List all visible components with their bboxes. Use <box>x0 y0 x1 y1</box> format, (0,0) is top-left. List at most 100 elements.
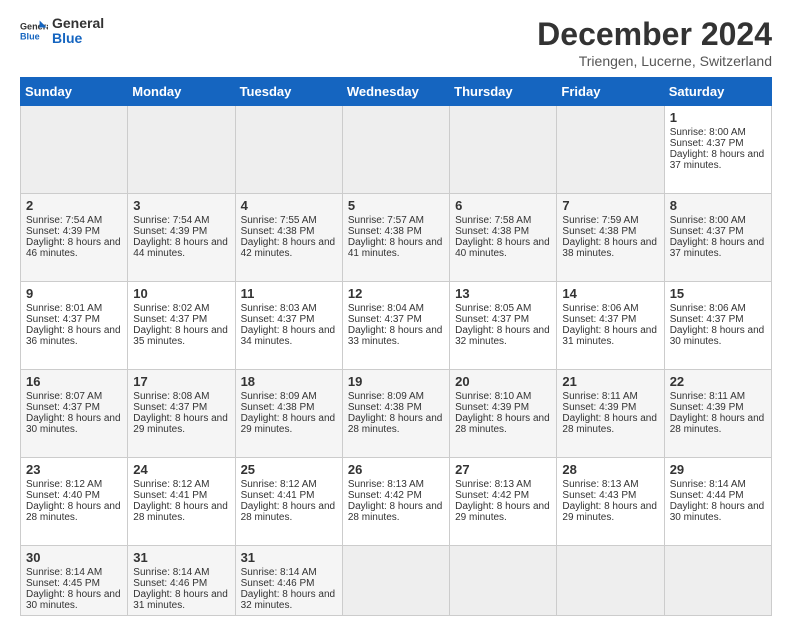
sunrise: Sunrise: 8:14 AM <box>133 567 209 578</box>
sunset: Sunset: 4:37 PM <box>455 314 529 325</box>
sunrise: Sunrise: 8:00 AM <box>670 215 746 226</box>
sunset: Sunset: 4:46 PM <box>241 578 315 589</box>
daylight: Daylight: 8 hours and 28 minutes. <box>133 501 228 523</box>
empty-cell <box>450 546 557 616</box>
daylight: Daylight: 8 hours and 41 minutes. <box>348 237 443 259</box>
day-number: 5 <box>348 198 444 213</box>
sunrise: Sunrise: 8:00 AM <box>670 127 746 138</box>
empty-cell <box>342 106 449 194</box>
month-title: December 2024 <box>537 16 772 53</box>
sunrise: Sunrise: 8:04 AM <box>348 303 424 314</box>
daylight: Daylight: 8 hours and 46 minutes. <box>26 237 121 259</box>
table-row: 9 Sunrise: 8:01 AM Sunset: 4:37 PM Dayli… <box>21 282 772 370</box>
empty-cell <box>557 106 664 194</box>
day-number: 29 <box>670 462 766 477</box>
svg-text:Blue: Blue <box>20 32 40 42</box>
sunrise: Sunrise: 8:13 AM <box>562 479 638 490</box>
title-block: December 2024 Triengen, Lucerne, Switzer… <box>537 16 772 69</box>
sunset: Sunset: 4:38 PM <box>348 226 422 237</box>
daylight: Daylight: 8 hours and 29 minutes. <box>133 413 228 435</box>
sunrise: Sunrise: 7:58 AM <box>455 215 531 226</box>
daylight: Daylight: 8 hours and 42 minutes. <box>241 237 336 259</box>
sunrise: Sunrise: 8:12 AM <box>133 479 209 490</box>
sunrise: Sunrise: 7:59 AM <box>562 215 638 226</box>
page-container: General Blue General Blue December 2024 … <box>0 0 792 626</box>
day-number: 3 <box>133 198 229 213</box>
daylight: Daylight: 8 hours and 33 minutes. <box>348 325 443 347</box>
day-cell: 23 Sunrise: 8:12 AM Sunset: 4:40 PM Dayl… <box>21 458 128 546</box>
day-number: 20 <box>455 374 551 389</box>
day-cell: 9 Sunrise: 8:01 AM Sunset: 4:37 PM Dayli… <box>21 282 128 370</box>
daylight: Daylight: 8 hours and 29 minutes. <box>241 413 336 435</box>
sunrise: Sunrise: 8:11 AM <box>562 391 637 402</box>
sunset: Sunset: 4:37 PM <box>670 138 744 149</box>
sunrise: Sunrise: 8:05 AM <box>455 303 531 314</box>
day-number: 26 <box>348 462 444 477</box>
daylight: Daylight: 8 hours and 30 minutes. <box>670 325 765 347</box>
day-number: 6 <box>455 198 551 213</box>
sunset: Sunset: 4:39 PM <box>455 402 529 413</box>
sunset: Sunset: 4:37 PM <box>26 314 100 325</box>
table-row: 16 Sunrise: 8:07 AM Sunset: 4:37 PM Dayl… <box>21 370 772 458</box>
day-cell: 14 Sunrise: 8:06 AM Sunset: 4:37 PM Dayl… <box>557 282 664 370</box>
day-cell: 12 Sunrise: 8:04 AM Sunset: 4:37 PM Dayl… <box>342 282 449 370</box>
sunrise: Sunrise: 7:54 AM <box>26 215 102 226</box>
sunset: Sunset: 4:44 PM <box>670 490 744 501</box>
logo: General Blue General Blue <box>20 16 104 47</box>
day-number: 27 <box>455 462 551 477</box>
day-number: 28 <box>562 462 658 477</box>
day-number: 1 <box>670 110 766 125</box>
day-cell: 28 Sunrise: 8:13 AM Sunset: 4:43 PM Dayl… <box>557 458 664 546</box>
day-cell: 8 Sunrise: 8:00 AM Sunset: 4:37 PM Dayli… <box>664 194 771 282</box>
col-thursday: Thursday <box>450 78 557 106</box>
col-tuesday: Tuesday <box>235 78 342 106</box>
logo-text: General Blue <box>52 16 104 47</box>
day-cell: 4 Sunrise: 7:55 AM Sunset: 4:38 PM Dayli… <box>235 194 342 282</box>
sunset: Sunset: 4:46 PM <box>133 578 207 589</box>
sunrise: Sunrise: 8:07 AM <box>26 391 102 402</box>
day-cell: 24 Sunrise: 8:12 AM Sunset: 4:41 PM Dayl… <box>128 458 235 546</box>
sunset: Sunset: 4:38 PM <box>455 226 529 237</box>
sunrise: Sunrise: 8:02 AM <box>133 303 209 314</box>
day-cell: 29 Sunrise: 8:14 AM Sunset: 4:44 PM Dayl… <box>664 458 771 546</box>
day-cell: 2 Sunrise: 7:54 AM Sunset: 4:39 PM Dayli… <box>21 194 128 282</box>
sunset: Sunset: 4:37 PM <box>670 226 744 237</box>
sunset: Sunset: 4:39 PM <box>562 402 636 413</box>
daylight: Daylight: 8 hours and 38 minutes. <box>562 237 657 259</box>
day-number: 24 <box>133 462 229 477</box>
empty-cell <box>21 106 128 194</box>
table-row: 23 Sunrise: 8:12 AM Sunset: 4:40 PM Dayl… <box>21 458 772 546</box>
sunset: Sunset: 4:37 PM <box>241 314 315 325</box>
sunset: Sunset: 4:41 PM <box>133 490 207 501</box>
header: General Blue General Blue December 2024 … <box>20 16 772 69</box>
day-cell: 15 Sunrise: 8:06 AM Sunset: 4:37 PM Dayl… <box>664 282 771 370</box>
sunrise: Sunrise: 8:10 AM <box>455 391 531 402</box>
daylight: Daylight: 8 hours and 28 minutes. <box>348 501 443 523</box>
day-cell: 25 Sunrise: 8:12 AM Sunset: 4:41 PM Dayl… <box>235 458 342 546</box>
sunrise: Sunrise: 8:08 AM <box>133 391 209 402</box>
day-number: 22 <box>670 374 766 389</box>
daylight: Daylight: 8 hours and 28 minutes. <box>455 413 550 435</box>
empty-cell <box>450 106 557 194</box>
day-number: 18 <box>241 374 337 389</box>
day-number: 21 <box>562 374 658 389</box>
sunset: Sunset: 4:37 PM <box>562 314 636 325</box>
daylight: Daylight: 8 hours and 35 minutes. <box>133 325 228 347</box>
col-friday: Friday <box>557 78 664 106</box>
day-cell: 20 Sunrise: 8:10 AM Sunset: 4:39 PM Dayl… <box>450 370 557 458</box>
daylight: Daylight: 8 hours and 32 minutes. <box>455 325 550 347</box>
daylight: Daylight: 8 hours and 30 minutes. <box>26 589 121 611</box>
sunset: Sunset: 4:38 PM <box>241 226 315 237</box>
col-sunday: Sunday <box>21 78 128 106</box>
day-number: 25 <box>241 462 337 477</box>
day-number: 10 <box>133 286 229 301</box>
sunset: Sunset: 4:37 PM <box>133 314 207 325</box>
location: Triengen, Lucerne, Switzerland <box>537 53 772 69</box>
logo-icon: General Blue <box>20 17 48 45</box>
day-number: 30 <box>26 550 122 565</box>
sunset: Sunset: 4:39 PM <box>670 402 744 413</box>
daylight: Daylight: 8 hours and 44 minutes. <box>133 237 228 259</box>
day-number: 11 <box>241 286 337 301</box>
daylight: Daylight: 8 hours and 28 minutes. <box>241 501 336 523</box>
sunrise: Sunrise: 8:13 AM <box>455 479 531 490</box>
